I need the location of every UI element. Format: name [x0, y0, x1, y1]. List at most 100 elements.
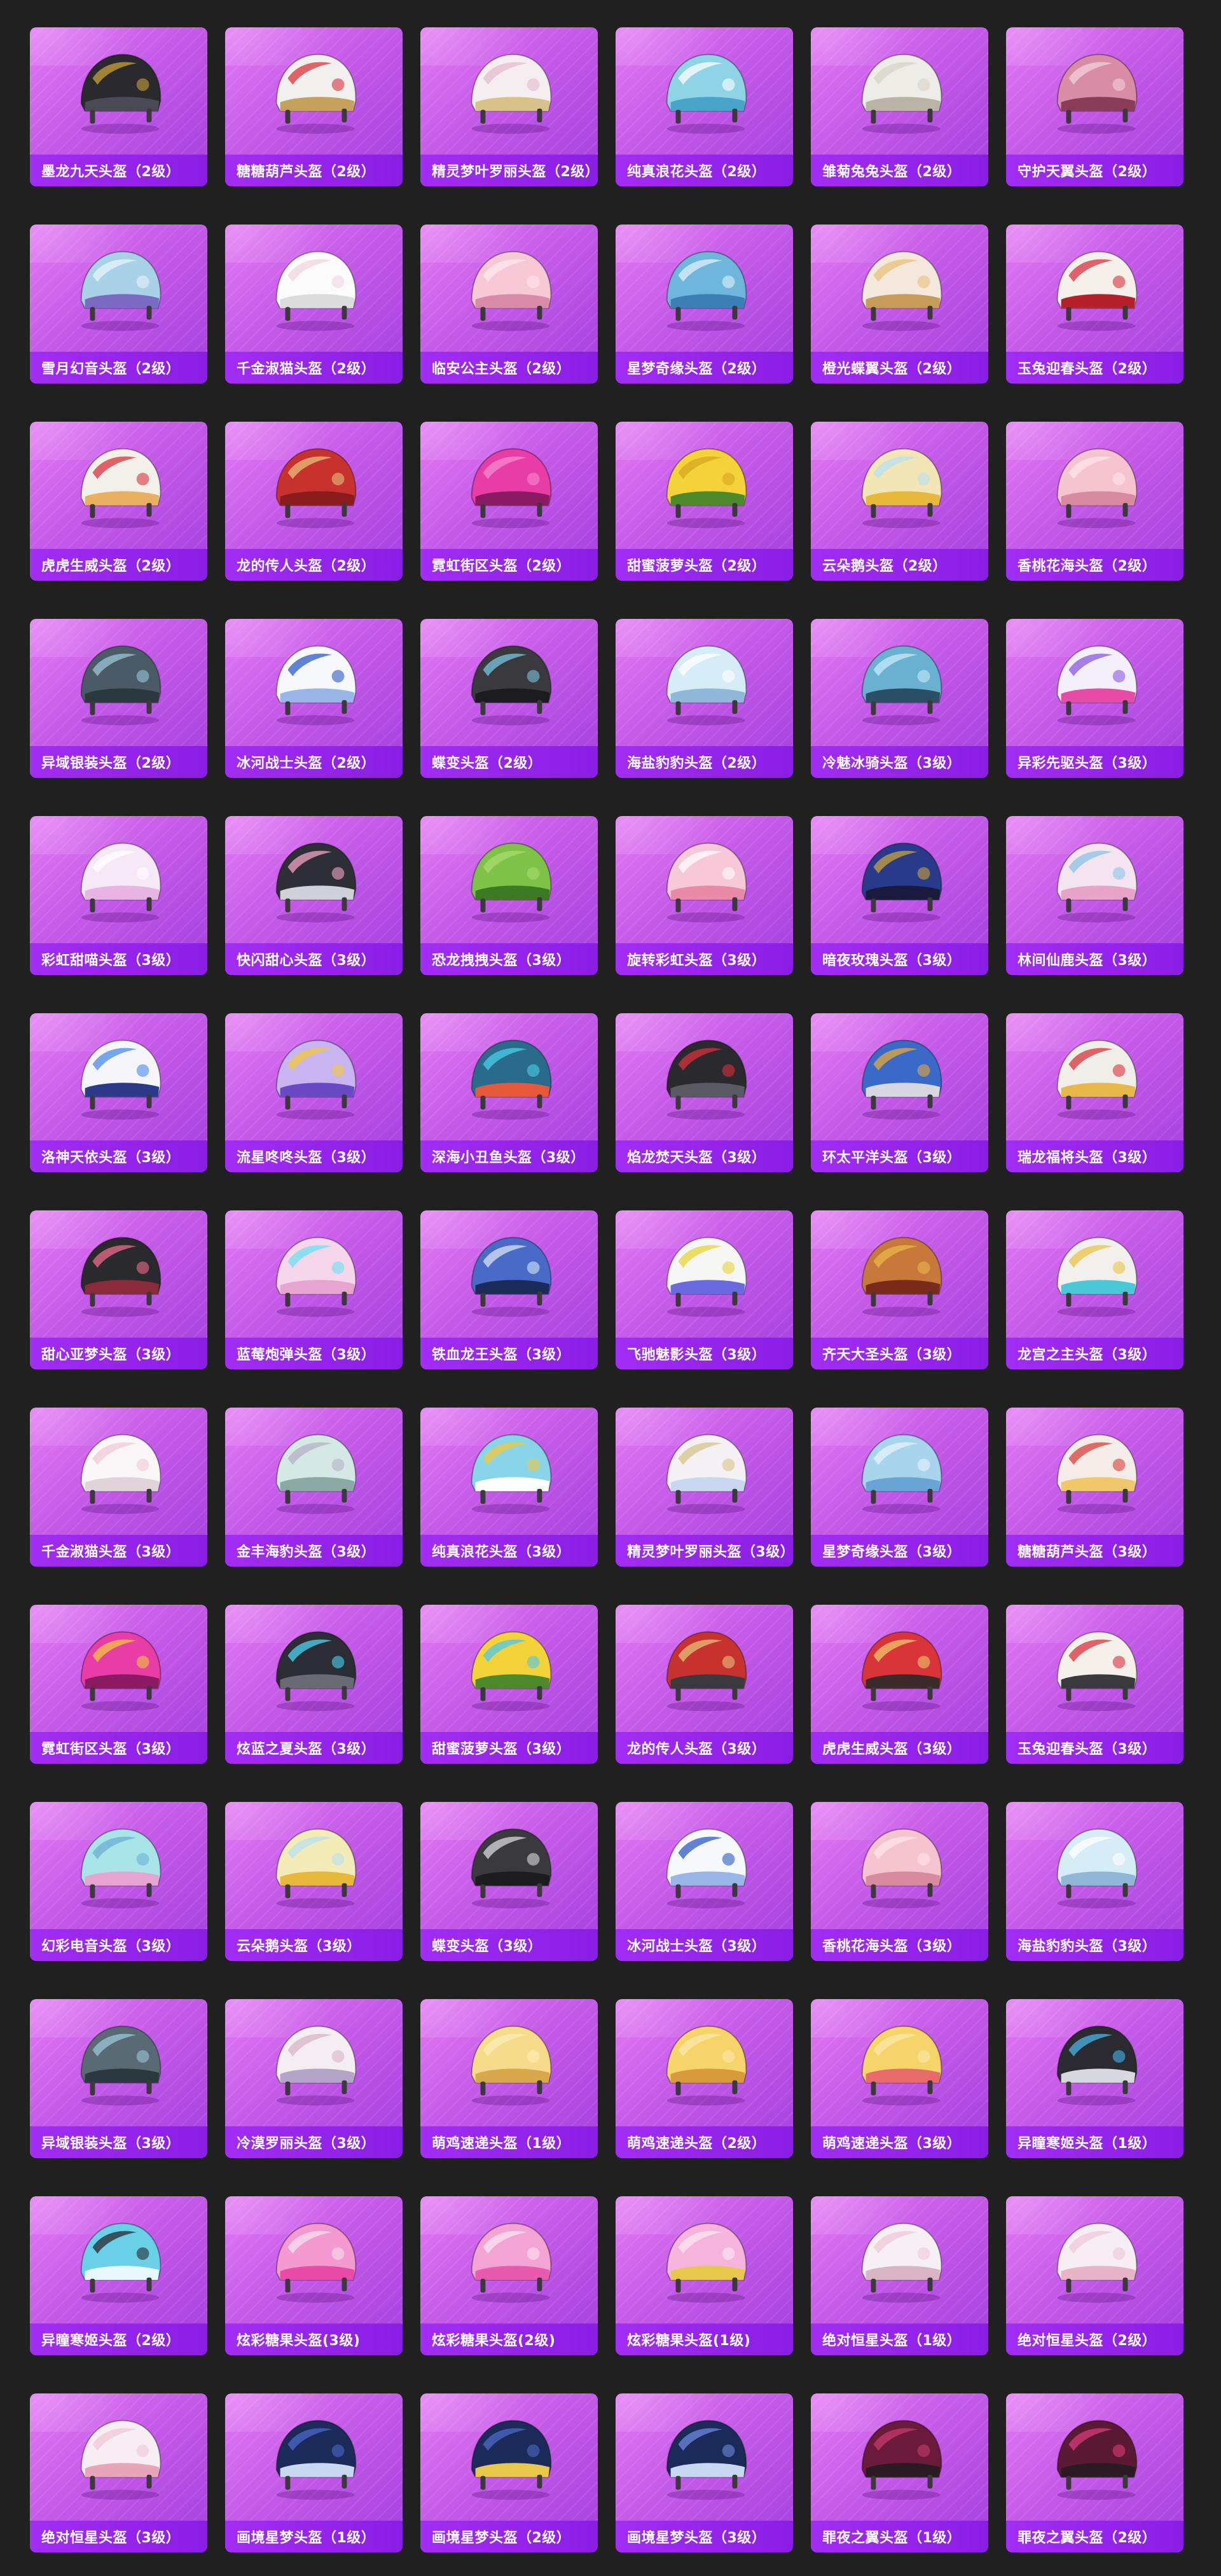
- helmet-card[interactable]: 精灵梦叶罗丽头盔（2级）: [420, 27, 598, 186]
- helmet-card[interactable]: 环太平洋头盔（3级）: [811, 1013, 988, 1172]
- helmet-card[interactable]: 绝对恒星头盔（2级）: [1006, 2196, 1183, 2355]
- helmet-card[interactable]: 罪夜之翼头盔（2级）: [1006, 2393, 1183, 2552]
- helmet-card[interactable]: 玉兔迎春头盔（2级）: [1006, 225, 1183, 384]
- helmet-card[interactable]: 幻彩电音头盔（3级）: [30, 1802, 207, 1961]
- helmet-card[interactable]: 甜心亚梦头盔（3级）: [30, 1210, 207, 1369]
- helmet-label-bar: 流星咚咚头盔（3级）: [225, 1140, 403, 1172]
- helmet-card[interactable]: 绝对恒星头盔（3级）: [30, 2393, 207, 2552]
- helmet-image: [420, 27, 598, 155]
- helmet-card[interactable]: 千金淑猫头盔（2级）: [225, 225, 403, 384]
- helmet-card[interactable]: 糖糖葫芦头盔（2级）: [225, 27, 403, 186]
- helmet-card[interactable]: 纯真浪花头盔（3级）: [420, 1408, 598, 1567]
- helmet-icon: [1056, 251, 1137, 331]
- helmet-card[interactable]: 海盐豹豹头盔（2级）: [616, 619, 793, 778]
- helmet-card[interactable]: 龙宫之主头盔（3级）: [1006, 1210, 1183, 1369]
- helmet-card[interactable]: 异域银装头盔（2级）: [30, 619, 207, 778]
- helmet-card[interactable]: 蝶变头盔（2级）: [420, 619, 598, 778]
- helmet-card[interactable]: 暗夜玫瑰头盔（3级）: [811, 816, 988, 975]
- helmet-label: 海盐豹豹头盔（2级）: [627, 756, 766, 772]
- helmet-image: [811, 27, 988, 155]
- helmet-card[interactable]: 萌鸡速递头盔（3级）: [811, 1999, 988, 2158]
- helmet-card[interactable]: 星梦奇缘头盔（3级）: [811, 1408, 988, 1567]
- helmet-card[interactable]: 炫蓝之夏头盔（3级）: [225, 1605, 403, 1764]
- helmet-image: [616, 1999, 793, 2126]
- helmet-card[interactable]: 异彩先驱头盔（3级）: [1006, 619, 1183, 778]
- helmet-card[interactable]: 绝对恒星头盔（1级）: [811, 2196, 988, 2355]
- helmet-card[interactable]: 炫彩糖果头盔(2级): [420, 2196, 598, 2355]
- helmet-card[interactable]: 冰河战士头盔（2级）: [225, 619, 403, 778]
- helmet-card[interactable]: 纯真浪花头盔（2级）: [616, 27, 793, 186]
- helmet-card[interactable]: 快闪甜心头盔（3级）: [225, 816, 403, 975]
- helmet-card[interactable]: 异瞳寒姬头盔（1级）: [1006, 1999, 1183, 2158]
- helmet-label: 千金淑猫头盔（2级）: [237, 361, 376, 377]
- helmet-card[interactable]: 甜蜜菠萝头盔（3级）: [420, 1605, 598, 1764]
- helmet-card[interactable]: 焰龙焚天头盔（3级）: [616, 1013, 793, 1172]
- helmet-card[interactable]: 霓虹街区头盔（3级）: [30, 1605, 207, 1764]
- helmet-card[interactable]: 蓝莓炮弹头盔（3级）: [225, 1210, 403, 1369]
- helmet-card[interactable]: 冷漠罗丽头盔（3级）: [225, 1999, 403, 2158]
- helmet-card[interactable]: 糖糖葫芦头盔（3级）: [1006, 1408, 1183, 1567]
- helmet-card[interactable]: 星梦奇缘头盔（2级）: [616, 225, 793, 384]
- helmet-card[interactable]: 画境星梦头盔（3级）: [616, 2393, 793, 2552]
- helmet-card[interactable]: 罪夜之翼头盔（1级）: [811, 2393, 988, 2552]
- helmet-card[interactable]: 林间仙鹿头盔（3级）: [1006, 816, 1183, 975]
- helmet-card[interactable]: 龙的传人头盔（3级）: [616, 1605, 793, 1764]
- helmet-card[interactable]: 墨龙九天头盔（2级）: [30, 27, 207, 186]
- helmet-card[interactable]: 甜蜜菠萝头盔（2级）: [616, 422, 793, 581]
- helmet-card[interactable]: 玉兔迎春头盔（3级）: [1006, 1605, 1183, 1764]
- helmet-card[interactable]: 深海小丑鱼头盔（3级）: [420, 1013, 598, 1172]
- helmet-image: [420, 1605, 598, 1732]
- helmet-card[interactable]: 龙的传人头盔（2级）: [225, 422, 403, 581]
- helmet-card[interactable]: 炫彩糖果头盔(1级): [616, 2196, 793, 2355]
- helmet-card[interactable]: 雪月幻音头盔（2级）: [30, 225, 207, 384]
- helmet-image: [30, 27, 207, 155]
- helmet-image: [1006, 1408, 1183, 1535]
- helmet-card[interactable]: 虎虎生威头盔（3级）: [811, 1605, 988, 1764]
- helmet-card[interactable]: 冰河战士头盔（3级）: [616, 1802, 793, 1961]
- helmet-card[interactable]: 虎虎生威头盔（2级）: [30, 422, 207, 581]
- helmet-card[interactable]: 香桃花海头盔（3级）: [811, 1802, 988, 1961]
- helmet-label-bar: 炫彩糖果头盔(3级): [225, 2323, 403, 2355]
- helmet-card[interactable]: 瑞龙福将头盔（3级）: [1006, 1013, 1183, 1172]
- helmet-label-bar: 橙光蝶翼头盔（2级）: [811, 352, 988, 384]
- helmet-card[interactable]: 临安公主头盔（2级）: [420, 225, 598, 384]
- helmet-card[interactable]: 冷魅冰骑头盔（3级）: [811, 619, 988, 778]
- helmet-label-bar: 星梦奇缘头盔（3级）: [811, 1535, 988, 1567]
- helmet-label: 炫彩糖果头盔(3级): [237, 2333, 361, 2349]
- helmet-label-bar: 糖糖葫芦头盔（2级）: [225, 155, 403, 186]
- helmet-label: 深海小丑鱼头盔（3级）: [432, 1150, 585, 1166]
- helmet-card[interactable]: 萌鸡速递头盔（2级）: [616, 1999, 793, 2158]
- helmet-card[interactable]: 金丰海豹头盔（3级）: [225, 1408, 403, 1567]
- helmet-card[interactable]: 霓虹街区头盔（2级）: [420, 422, 598, 581]
- helmet-card[interactable]: 云朵鹅头盔（2级）: [811, 422, 988, 581]
- helmet-card[interactable]: 齐天大圣头盔（3级）: [811, 1210, 988, 1369]
- helmet-card[interactable]: 云朵鹅头盔（3级）: [225, 1802, 403, 1961]
- helmet-card[interactable]: 流星咚咚头盔（3级）: [225, 1013, 403, 1172]
- helmet-card[interactable]: 千金淑猫头盔（3级）: [30, 1408, 207, 1567]
- helmet-card[interactable]: 恐龙拽拽头盔（3级）: [420, 816, 598, 975]
- helmet-card[interactable]: 海盐豹豹头盔（3级）: [1006, 1802, 1183, 1961]
- helmet-label-bar: 墨龙九天头盔（2级）: [30, 155, 207, 186]
- helmet-image: [811, 816, 988, 943]
- helmet-card[interactable]: 飞驰魅影头盔（3级）: [616, 1210, 793, 1369]
- helmet-card[interactable]: 洛神天依头盔（3级）: [30, 1013, 207, 1172]
- helmet-icon: [275, 842, 356, 923]
- helmet-card[interactable]: 旋转彩虹头盔（3级）: [616, 816, 793, 975]
- helmet-card[interactable]: 雏菊兔兔头盔（2级）: [811, 27, 988, 186]
- helmet-card[interactable]: 香桃花海头盔（2级）: [1006, 422, 1183, 581]
- helmet-card[interactable]: 彩虹甜喵头盔（3级）: [30, 816, 207, 975]
- helmet-card[interactable]: 守护天翼头盔（2级）: [1006, 27, 1183, 186]
- helmet-card[interactable]: 铁血龙王头盔（3级）: [420, 1210, 598, 1369]
- helmet-card[interactable]: 炫彩糖果头盔(3级): [225, 2196, 403, 2355]
- helmet-card[interactable]: 萌鸡速递头盔（1级）: [420, 1999, 598, 2158]
- helmet-image: [811, 2196, 988, 2323]
- helmet-card[interactable]: 异瞳寒姬头盔（2级）: [30, 2196, 207, 2355]
- helmet-image: [811, 1999, 988, 2126]
- helmet-icon: [1056, 2222, 1137, 2303]
- helmet-card[interactable]: 画境星梦头盔（2级）: [420, 2393, 598, 2552]
- helmet-card[interactable]: 蝶变头盔（3级）: [420, 1802, 598, 1961]
- helmet-card[interactable]: 橙光蝶翼头盔（2级）: [811, 225, 988, 384]
- helmet-card[interactable]: 异域银装头盔（3级）: [30, 1999, 207, 2158]
- helmet-card[interactable]: 画境星梦头盔（1级）: [225, 2393, 403, 2552]
- helmet-card[interactable]: 精灵梦叶罗丽头盔（3级）: [616, 1408, 793, 1567]
